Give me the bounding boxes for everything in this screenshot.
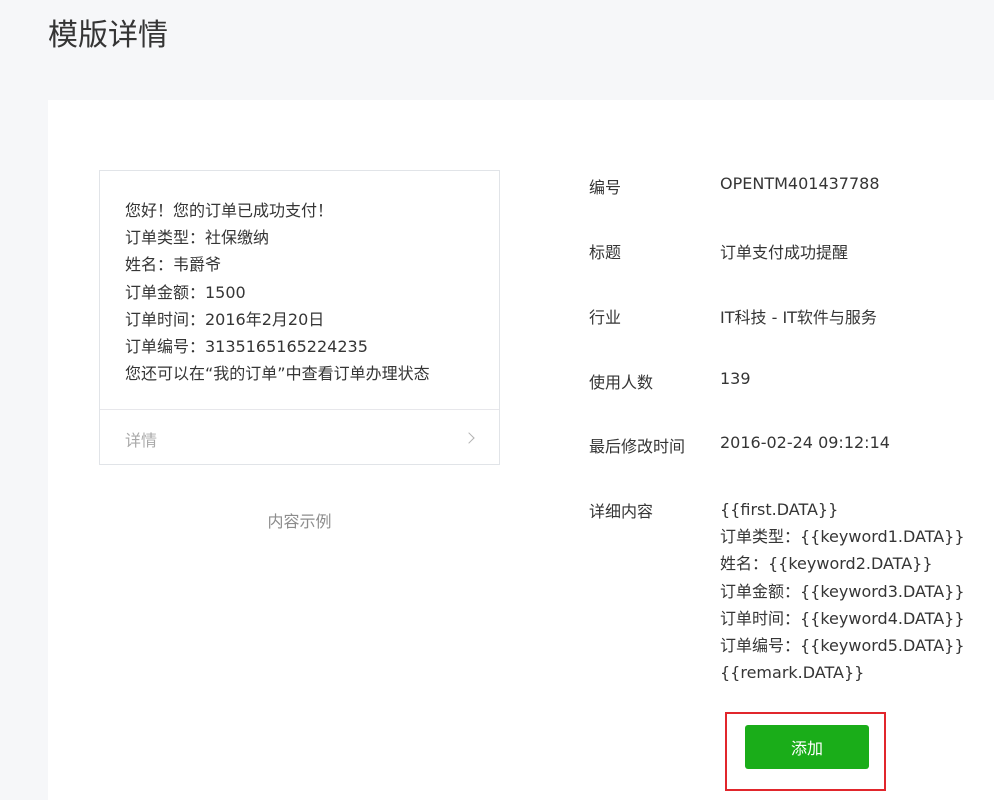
title-label: 标题 (589, 243, 622, 262)
content-line: {{remark.DATA}} (720, 663, 865, 683)
industry-label: 行业 (589, 308, 622, 327)
content-template: {{first.DATA}} 订单类型：{{keyword1.DATA}} 姓名… (720, 496, 965, 686)
page-title: 模版详情 (48, 18, 168, 53)
content-line: 姓名：{{keyword2.DATA}} (720, 554, 933, 574)
preview-line: 订单金额：1500 (125, 282, 246, 302)
preview-detail-label: 详情 (125, 431, 158, 450)
preview-line: 姓名：韦爵爷 (125, 255, 222, 275)
preview-detail-link[interactable]: 详情 (100, 409, 499, 466)
preview-line: 您还可以在“我的订单”中查看订单办理状态 (125, 364, 430, 384)
preview-line: 订单时间：2016年2月20日 (125, 309, 325, 329)
preview-line: 订单编号：3135165165224235 (125, 337, 368, 357)
content-line: {{first.DATA}} (720, 500, 839, 519)
number-label: 编号 (589, 178, 622, 197)
content-line: 订单编号：{{keyword5.DATA}} (720, 636, 965, 656)
content-line: 订单金额：{{keyword3.DATA}} (720, 581, 965, 601)
preview-line: 订单类型：社保缴纳 (125, 228, 270, 248)
message-preview: 您好！您的订单已成功支付！ 订单类型：社保缴纳 姓名：韦爵爷 订单金额：1500… (99, 170, 500, 465)
preview-line: 您好！您的订单已成功支付！ (125, 201, 334, 220)
industry-value: IT科技 - IT软件与服务 (720, 308, 877, 327)
template-detail-card: 您好！您的订单已成功支付！ 订单类型：社保缴纳 姓名：韦爵爷 订单金额：1500… (48, 100, 994, 800)
content-line: 订单类型：{{keyword1.DATA}} (720, 527, 965, 547)
modified-value: 2016-02-24 09:12:14 (720, 433, 890, 452)
chevron-right-icon (463, 432, 475, 444)
number-value: OPENTM401437788 (720, 174, 880, 193)
users-label: 使用人数 (589, 373, 654, 392)
title-value: 订单支付成功提醒 (720, 243, 849, 262)
users-value: 139 (720, 369, 751, 388)
modified-label: 最后修改时间 (589, 437, 686, 456)
content-line: 订单时间：{{keyword4.DATA}} (720, 608, 965, 628)
preview-caption: 内容示例 (267, 512, 332, 531)
content-label: 详细内容 (589, 502, 654, 521)
add-button[interactable]: 添加 (745, 725, 869, 769)
preview-body: 您好！您的订单已成功支付！ 订单类型：社保缴纳 姓名：韦爵爷 订单金额：1500… (125, 197, 430, 387)
